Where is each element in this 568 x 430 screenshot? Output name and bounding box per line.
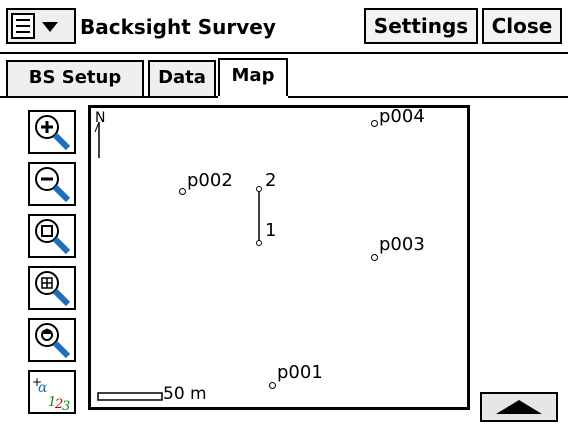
zoom-in-icon <box>35 115 71 151</box>
zoom-window-button[interactable] <box>28 266 76 310</box>
triangle-up-icon <box>496 400 542 414</box>
map-point-label: p001 <box>277 362 323 383</box>
title-bar: Backsight Survey Settings Close <box>0 0 568 54</box>
svg-text:α: α <box>38 380 48 396</box>
zoom-out-button[interactable] <box>28 162 76 206</box>
menu-icon <box>11 13 58 39</box>
map-toolbar: + α 1 2 3 <box>28 110 78 422</box>
zoom-in-button[interactable] <box>28 110 76 154</box>
page-title: Backsight Survey <box>80 15 276 39</box>
labels-toggle-icon: + α 1 2 3 <box>32 375 70 412</box>
map-point-marker[interactable] <box>179 188 186 195</box>
zoom-center-button[interactable] <box>28 318 76 362</box>
map-point-label: 1 <box>265 220 277 241</box>
tab-data[interactable]: Data <box>148 60 216 96</box>
map-point-label: 2 <box>265 170 277 191</box>
svg-text:3: 3 <box>62 399 70 412</box>
tab-map[interactable]: Map <box>218 58 288 98</box>
tab-bar: BS Setup Data Map <box>0 54 568 98</box>
tab-bs-setup[interactable]: BS Setup <box>6 60 144 96</box>
north-arrow-icon <box>94 121 100 158</box>
map-point-label: p004 <box>379 106 425 127</box>
close-button[interactable]: Close <box>482 8 562 44</box>
map-point-label: p003 <box>379 234 425 255</box>
expand-button[interactable] <box>480 392 558 422</box>
map-canvas[interactable]: N p004 p002 2 1 p003 p001 50 m <box>88 105 470 410</box>
zoom-extents-button[interactable] <box>28 214 76 258</box>
menu-button[interactable] <box>6 8 76 44</box>
map-point-marker[interactable] <box>269 382 276 389</box>
zoom-out-icon <box>35 167 71 203</box>
map-point-marker[interactable] <box>371 254 378 261</box>
map-point-marker[interactable] <box>371 120 378 127</box>
map-point-label: p002 <box>187 170 233 191</box>
zoom-window-icon <box>35 271 71 307</box>
chevron-down-icon <box>42 22 58 32</box>
zoom-center-icon <box>35 323 71 359</box>
scale-bar <box>97 392 163 401</box>
labels-toggle-button[interactable]: + α 1 2 3 <box>28 370 76 414</box>
zoom-extents-icon <box>35 219 71 255</box>
scale-label: 50 m <box>163 384 207 404</box>
backsight-line <box>256 186 262 246</box>
settings-button[interactable]: Settings <box>364 8 478 44</box>
